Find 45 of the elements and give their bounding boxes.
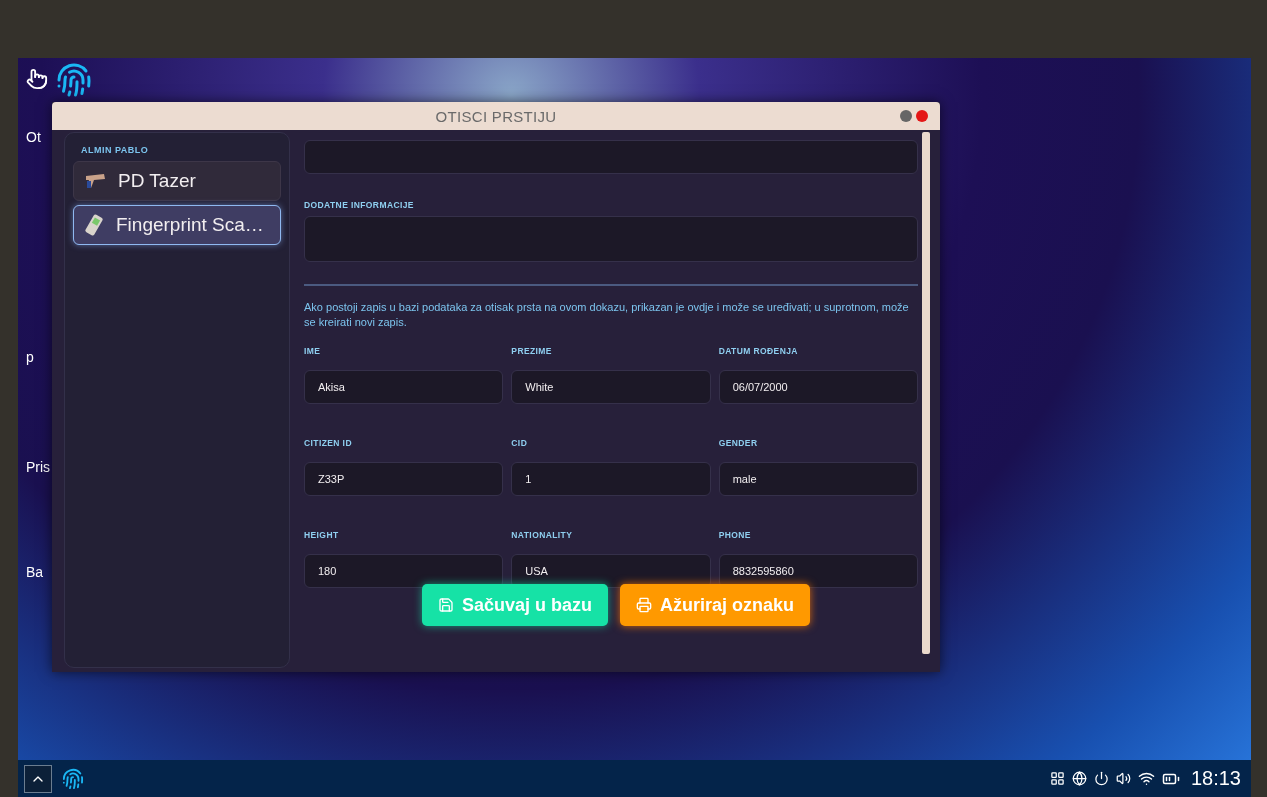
input-field[interactable]: 180 xyxy=(304,554,504,588)
save-icon xyxy=(437,597,454,613)
field-label: CITIZEN ID xyxy=(304,438,353,448)
field-label: PREZIME xyxy=(511,346,553,356)
input-field[interactable] xyxy=(304,216,918,262)
apps-icon[interactable] xyxy=(1049,771,1065,786)
info-text: Ako postoji zapis u bazi podataka za otisak prsta na ovom dokazu, prikazan je ovdje i može se uređivati; u suprotnom, može se kreirati novi zapis. xyxy=(304,300,910,330)
input-field[interactable]: 06/07/2000 xyxy=(718,370,918,404)
desktop-icon-label[interactable]: Pris xyxy=(26,459,51,475)
scrollbar[interactable] xyxy=(922,132,930,654)
field-label: IME xyxy=(304,346,322,356)
input-field[interactable]: White xyxy=(511,370,711,404)
minimize-button[interactable] xyxy=(900,110,912,122)
input-field[interactable] xyxy=(304,140,918,174)
fingerprint-icon[interactable] xyxy=(62,767,84,790)
power-icon[interactable] xyxy=(1093,771,1109,786)
volume-icon[interactable] xyxy=(1115,771,1131,786)
input-field[interactable]: Akisa xyxy=(304,370,504,404)
input-field[interactable]: male xyxy=(718,462,918,496)
field-label: HEIGHT xyxy=(304,530,340,540)
field-label: DODATNE INFORMACIJE xyxy=(304,200,415,210)
field-label: NATIONALITY xyxy=(511,530,574,540)
input-field[interactable]: 1 xyxy=(511,462,711,496)
desktop-icon-label[interactable]: Ba xyxy=(26,564,44,580)
desktop-icon-label[interactable]: Ot xyxy=(26,129,41,145)
sidebar-heading: ALMIN PABLO xyxy=(81,145,150,155)
gun-icon xyxy=(84,172,106,190)
input-field[interactable]: Z33P xyxy=(304,462,504,496)
input-field[interactable]: 8832595860 xyxy=(718,554,918,588)
wifi-icon[interactable] xyxy=(1137,770,1155,787)
hand-cursor-icon xyxy=(26,68,48,90)
field-label: PHONE xyxy=(718,530,752,540)
field-label: DATUM ROĐENJA xyxy=(718,346,799,356)
sidebar-item[interactable]: PD Tazer xyxy=(73,161,281,201)
window-title: OTISCI PRSTIJU xyxy=(435,107,557,125)
field-label: CID xyxy=(511,438,529,448)
printer-icon xyxy=(636,597,652,613)
expand-button[interactable] xyxy=(24,764,52,793)
clock-time: 18:13 xyxy=(1190,767,1241,790)
desktop-icon-label[interactable]: p xyxy=(26,349,34,365)
fingerprint-icon[interactable] xyxy=(56,62,92,98)
sidebar-item[interactable]: Fingerprint Sca… xyxy=(73,205,281,245)
close-button[interactable] xyxy=(916,110,928,122)
globe-icon[interactable] xyxy=(1071,771,1087,786)
field-label: GENDER xyxy=(718,438,759,448)
